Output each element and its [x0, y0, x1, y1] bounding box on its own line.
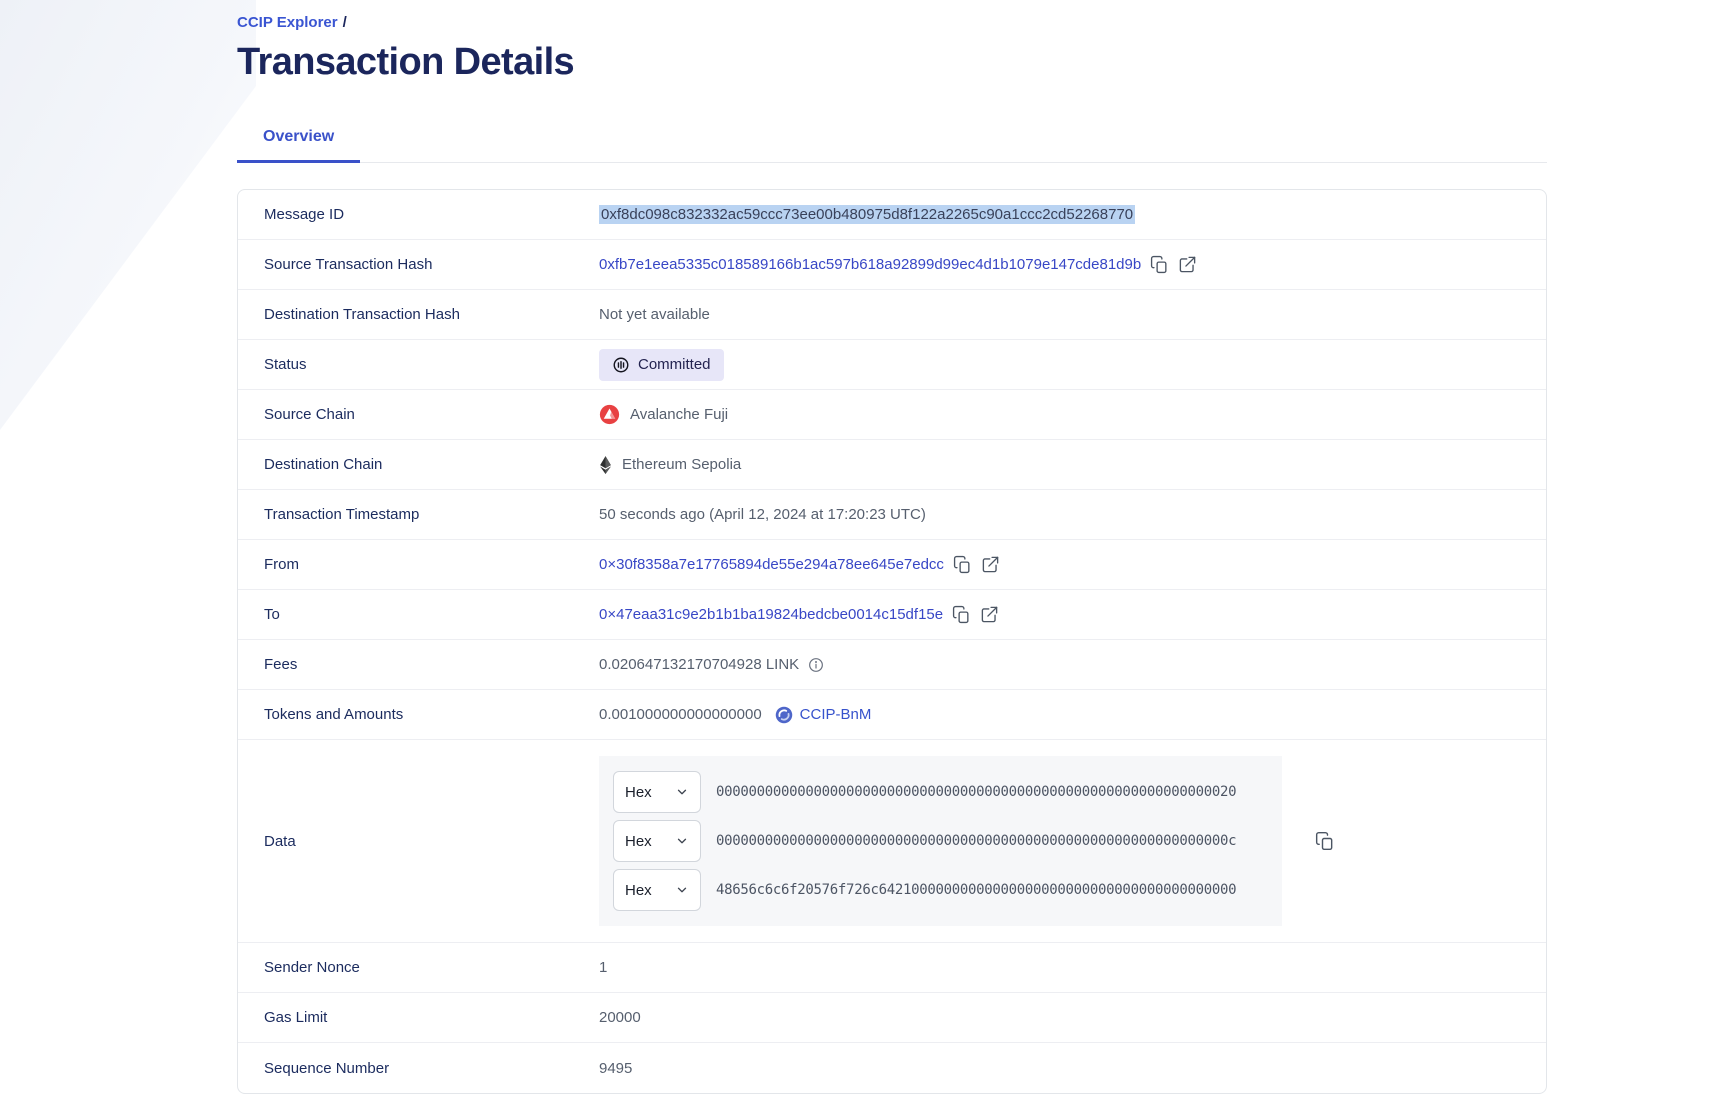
dest-chain-label: Destination Chain	[238, 456, 599, 473]
copy-icon[interactable]	[952, 605, 971, 624]
to-label: To	[238, 606, 599, 623]
row-message-id: Message ID 0xf8dc098c832332ac59ccc73ee00…	[238, 190, 1546, 240]
sequence-number-label: Sequence Number	[238, 1060, 599, 1077]
row-source-transaction-hash: Source Transaction Hash 0xfb7e1eea5335c0…	[238, 240, 1546, 290]
dest-chain-value: Ethereum Sepolia	[622, 456, 741, 473]
data-format-select-value: Hex	[625, 833, 652, 850]
gas-limit-value: 20000	[599, 1009, 641, 1026]
row-destination-transaction-hash: Destination Transaction Hash Not yet ava…	[238, 290, 1546, 340]
source-tx-hash-link[interactable]: 0xfb7e1eea5335c018589166b1ac597b618a9289…	[599, 256, 1141, 273]
data-hex-line: Hex 000000000000000000000000000000000000…	[613, 820, 1268, 862]
chevron-down-icon	[675, 883, 689, 897]
row-fees: Fees 0.020647132170704928 LINK	[238, 640, 1546, 690]
to-address-link[interactable]: 0×47eaa31c9e2b1b1ba19824bedcbe0014c15df1…	[599, 606, 943, 623]
sequence-number-value: 9495	[599, 1060, 632, 1077]
data-format-select-value: Hex	[625, 882, 652, 899]
row-tokens-and-amounts: Tokens and Amounts 0.001000000000000000 …	[238, 690, 1546, 740]
from-address-link[interactable]: 0×30f8358a7e17765894de55e294a78ee645e7ed…	[599, 556, 944, 573]
row-transaction-timestamp: Transaction Timestamp 50 seconds ago (Ap…	[238, 490, 1546, 540]
from-label: From	[238, 556, 599, 573]
data-hex-panel: Hex 000000000000000000000000000000000000…	[599, 756, 1282, 926]
row-source-chain: Source Chain Avalanche Fuji	[238, 390, 1546, 440]
tab-overview[interactable]: Overview	[237, 116, 360, 163]
data-hex-line: Hex 48656c6c6f20576f726c6421000000000000…	[613, 869, 1268, 911]
commit-status-icon	[612, 356, 630, 374]
row-data: Data Hex 0000000000000000000000000000000…	[238, 740, 1546, 943]
row-to: To 0×47eaa31c9e2b1b1ba19824bedcbe0014c15…	[238, 590, 1546, 640]
copy-icon[interactable]	[1150, 255, 1169, 274]
copy-icon[interactable]	[1315, 831, 1335, 851]
message-id-value: 0xf8dc098c832332ac59ccc73ee00b480975d8f1…	[599, 205, 1135, 224]
timestamp-label: Transaction Timestamp	[238, 506, 599, 523]
tab-bar: Overview	[237, 116, 1547, 163]
page-title: Transaction Details	[237, 40, 1547, 84]
status-badge-text: Committed	[638, 356, 711, 373]
gas-limit-label: Gas Limit	[238, 1009, 599, 1026]
external-link-icon[interactable]	[980, 605, 999, 624]
data-hex-word: 0000000000000000000000000000000000000000…	[716, 784, 1236, 800]
chevron-down-icon	[675, 785, 689, 799]
breadcrumb: CCIP Explorer /	[237, 0, 1547, 31]
fees-value: 0.020647132170704928 LINK	[599, 656, 799, 673]
chevron-down-icon	[675, 834, 689, 848]
ccip-bnm-token-icon	[775, 706, 793, 724]
background-gradient	[0, 0, 256, 430]
external-link-icon[interactable]	[981, 555, 1000, 574]
data-format-select[interactable]: Hex	[613, 820, 701, 862]
row-sequence-number: Sequence Number 9495	[238, 1043, 1546, 1093]
status-badge: Committed	[599, 349, 724, 381]
source-chain-label: Source Chain	[238, 406, 599, 423]
data-label: Data	[238, 833, 599, 850]
dest-tx-hash-value: Not yet available	[599, 306, 710, 323]
fees-label: Fees	[238, 656, 599, 673]
row-status: Status Committed	[238, 340, 1546, 390]
source-tx-hash-label: Source Transaction Hash	[238, 256, 599, 273]
main-content: CCIP Explorer / Transaction Details Overv…	[237, 0, 1547, 1094]
external-link-icon[interactable]	[1178, 255, 1197, 274]
timestamp-value: 50 seconds ago (April 12, 2024 at 17:20:…	[599, 506, 926, 523]
source-chain-value: Avalanche Fuji	[630, 406, 728, 423]
breadcrumb-ccip-explorer-link[interactable]: CCIP Explorer	[237, 14, 338, 31]
info-icon[interactable]	[808, 657, 824, 673]
row-sender-nonce: Sender Nonce 1	[238, 943, 1546, 993]
status-label: Status	[238, 356, 599, 373]
token-ccip-bnm-link[interactable]: CCIP-BnM	[800, 706, 872, 723]
data-hex-word: 48656c6c6f20576f726c64210000000000000000…	[716, 882, 1236, 898]
data-format-select[interactable]: Hex	[613, 771, 701, 813]
breadcrumb-separator: /	[343, 14, 347, 31]
data-format-select-value: Hex	[625, 784, 652, 801]
row-destination-chain: Destination Chain Ethereum Sepolia	[238, 440, 1546, 490]
row-from: From 0×30f8358a7e17765894de55e294a78ee64…	[238, 540, 1546, 590]
sender-nonce-value: 1	[599, 959, 607, 976]
data-hex-word: 0000000000000000000000000000000000000000…	[716, 833, 1236, 849]
transaction-details-card: Message ID 0xf8dc098c832332ac59ccc73ee00…	[237, 189, 1547, 1094]
data-format-select[interactable]: Hex	[613, 869, 701, 911]
message-id-label: Message ID	[238, 206, 599, 223]
avalanche-icon	[599, 404, 620, 425]
token-amount-value: 0.001000000000000000	[599, 706, 762, 723]
data-hex-line: Hex 000000000000000000000000000000000000…	[613, 771, 1268, 813]
sender-nonce-label: Sender Nonce	[238, 959, 599, 976]
tokens-label: Tokens and Amounts	[238, 706, 599, 723]
ethereum-icon	[599, 455, 612, 475]
dest-tx-hash-label: Destination Transaction Hash	[238, 306, 599, 323]
copy-icon[interactable]	[953, 555, 972, 574]
row-gas-limit: Gas Limit 20000	[238, 993, 1546, 1043]
